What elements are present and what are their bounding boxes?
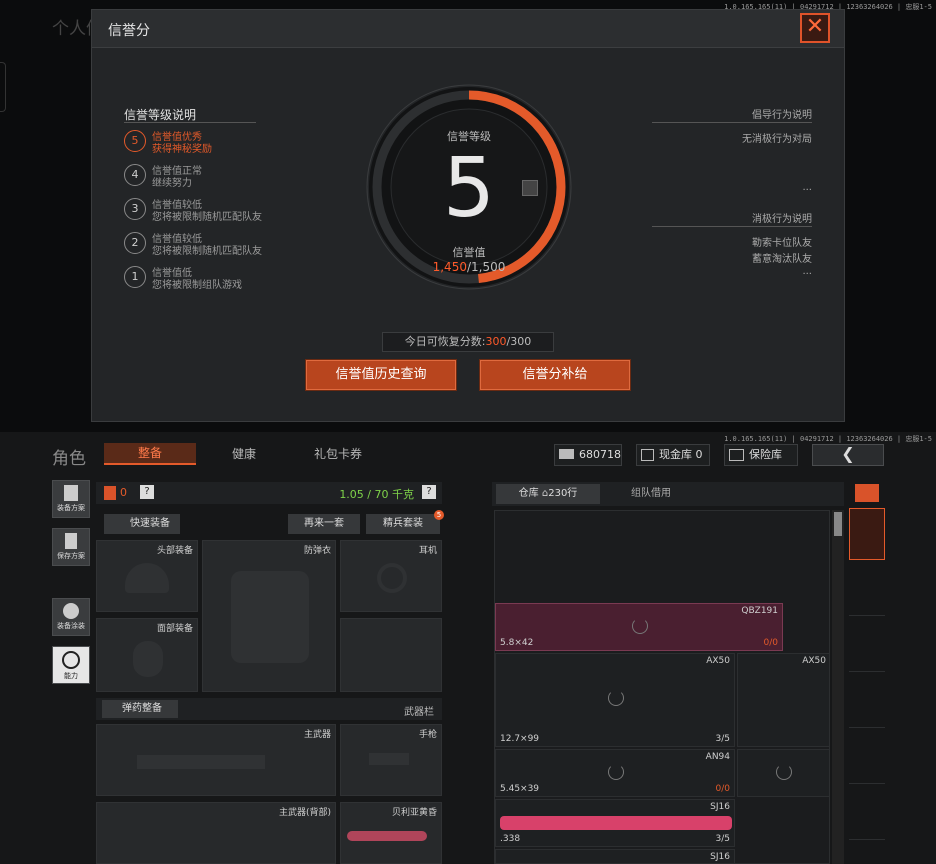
help-icon[interactable]: ?	[422, 485, 436, 499]
dialog-title: 信誉分	[108, 23, 150, 39]
back-arrow-icon[interactable]: ❮	[812, 444, 884, 466]
daily-recover-box: 今日可恢复分数:300/300	[382, 332, 554, 352]
negative-behavior-title: 消极行为说明	[752, 214, 812, 225]
loadout-header: 0 ? 1.05 / 70 千克 ?	[96, 482, 442, 504]
slot-primary[interactable]: 主武器	[96, 724, 336, 796]
slot-pistol[interactable]: 手枪	[340, 724, 442, 796]
level-number: 1	[124, 266, 146, 288]
positive-behavior-item: 无消极行为对局	[742, 134, 812, 145]
level-explanation-title: 信誉等级说明	[124, 108, 197, 122]
category-ammo-icon[interactable]	[849, 732, 885, 784]
level-desc: 获得神秘奖励	[152, 144, 212, 155]
ability-button[interactable]: 能力	[52, 646, 90, 684]
storage-scrollbar[interactable]	[832, 510, 844, 864]
negative-behavior-item: 蓄意淘汰队友	[752, 254, 812, 265]
history-query-button[interactable]: 信誉值历史查询	[306, 360, 456, 390]
backpack-icon	[104, 486, 116, 500]
safe-button[interactable]: 保险库	[724, 444, 798, 466]
close-icon[interactable]: ✕	[800, 13, 830, 43]
gauge-value: 1,450/1,500	[432, 260, 506, 274]
tab-warehouse[interactable]: 仓库 ⌂230行	[496, 484, 600, 504]
vault-icon	[641, 449, 654, 461]
storage-item[interactable]: AN94 5.45×39 0/0	[495, 749, 735, 797]
safe-icon	[729, 449, 744, 461]
level-desc: 您将被限制随机匹配队友	[152, 212, 262, 223]
quick-equip-button[interactable]: 快速装备	[104, 514, 180, 534]
tab-gift[interactable]: 礼包卡券	[314, 445, 362, 462]
negative-behavior-more: ...	[802, 266, 812, 277]
page-title: 角色	[52, 449, 86, 469]
level-number: 2	[124, 232, 146, 254]
level-number: 5	[124, 130, 146, 152]
level-row: 3 信誉值较低 您将被限制随机匹配队友	[124, 196, 324, 226]
level-number: 4	[124, 164, 146, 186]
slot-melee[interactable]: 贝利亚黄昏	[340, 802, 442, 864]
storage-item[interactable]: AX50	[737, 653, 829, 747]
slot-head[interactable]: 头部装备	[96, 540, 198, 612]
positive-behavior-title: 倡导行为说明	[752, 110, 812, 121]
version-text: 1.0.165.165(11) | 04291712 | 12363264026…	[724, 435, 932, 443]
storage-item[interactable]	[737, 749, 829, 797]
storage-item[interactable]: AX50 12.7×99 3/5	[495, 653, 735, 747]
info-icon[interactable]	[522, 180, 538, 196]
gauge-value-label: 信誉值	[452, 246, 486, 259]
left-edge-handle	[0, 62, 6, 112]
level-row: 5 信誉值优秀 获得神秘奖励	[124, 128, 324, 158]
again-button[interactable]: 再来一套	[288, 514, 360, 534]
storage-grid: QBZ191 5.8×42 0/0 AX50 12.7×99 3/5 AX50 AN94…	[494, 510, 830, 864]
category-all-icon[interactable]	[855, 484, 879, 502]
level-row: 1 信誉值低 您将被限制组队游戏	[124, 264, 324, 294]
gauge-level: 5	[442, 141, 496, 236]
slot-empty[interactable]	[340, 618, 442, 692]
level-desc: 继续努力	[152, 178, 192, 189]
weapon-bar: 弹药整备 武器栏	[96, 698, 442, 720]
category-rifle-icon[interactable]	[849, 620, 885, 672]
credit-level-gauge: 信誉等级 5 信誉值 1,450/1,500	[364, 82, 574, 292]
storage-item[interactable]: SJ16.338 3/5	[495, 799, 735, 847]
elite-badge: 5	[434, 510, 444, 520]
money-icon	[559, 449, 574, 459]
cash-vault-button[interactable]: 现金库 0	[636, 444, 710, 466]
tab-health[interactable]: 健康	[232, 445, 256, 462]
category-misc-icon[interactable]	[849, 788, 885, 840]
storage-item[interactable]: SJ16	[495, 849, 735, 863]
paint-button[interactable]: 装备涂装	[52, 598, 90, 636]
slot-primary-back[interactable]: 主武器(背部)	[96, 802, 336, 864]
credit-supplement-button[interactable]: 信誉分补给	[480, 360, 630, 390]
save-plan-button[interactable]: 保存方案	[52, 528, 90, 566]
elite-set-button[interactable]: 精兵套装 5	[366, 510, 444, 534]
category-equip-icon[interactable]	[849, 508, 885, 560]
category-helmet-icon[interactable]	[849, 564, 885, 616]
dialog-header: 信誉分 ✕	[92, 10, 844, 48]
bag-count: 0	[120, 486, 127, 499]
level-desc: 您将被限制随机匹配队友	[152, 246, 262, 257]
category-magazine-icon[interactable]	[849, 676, 885, 728]
slot-earphone[interactable]: 耳机	[340, 540, 442, 612]
tab-team-borrow[interactable]: 组队借用	[606, 484, 696, 504]
ammo-equip-button[interactable]: 弹药整备	[102, 700, 178, 718]
tab-equip[interactable]: 整备	[104, 443, 196, 465]
help-icon[interactable]: ?	[140, 485, 154, 499]
storage-tabs: 仓库 ⌂230行 组队借用	[492, 482, 844, 506]
slot-face[interactable]: 面部装备	[96, 618, 198, 692]
weight-display: 1.05 / 70 千克	[339, 488, 414, 501]
level-desc: 您将被限制组队游戏	[152, 280, 242, 291]
level-row: 4 信誉值正常 继续努力	[124, 162, 324, 192]
money-display: 680718	[554, 444, 622, 466]
weapon-bar-label: 武器栏	[404, 707, 434, 718]
credit-score-dialog: 信誉分 ✕ 信誉等级说明 5 信誉值优秀 获得神秘奖励 4 信誉值正常 继续努力 3 信誉值较…	[91, 9, 845, 422]
positive-behavior-more: ...	[802, 182, 812, 193]
level-number: 3	[124, 198, 146, 220]
slot-armor[interactable]: 防弹衣	[202, 540, 336, 692]
level-row: 2 信誉值较低 您将被限制随机匹配队友	[124, 230, 324, 260]
storage-item[interactable]: QBZ191 5.8×42 0/0	[495, 603, 783, 651]
negative-behavior-item: 勒索卡位队友	[752, 238, 812, 249]
equipment-screen: 1.0.165.165(11) | 04291712 | 12363264026…	[0, 432, 936, 864]
loadout-plan-button[interactable]: 装备方案	[52, 480, 90, 518]
